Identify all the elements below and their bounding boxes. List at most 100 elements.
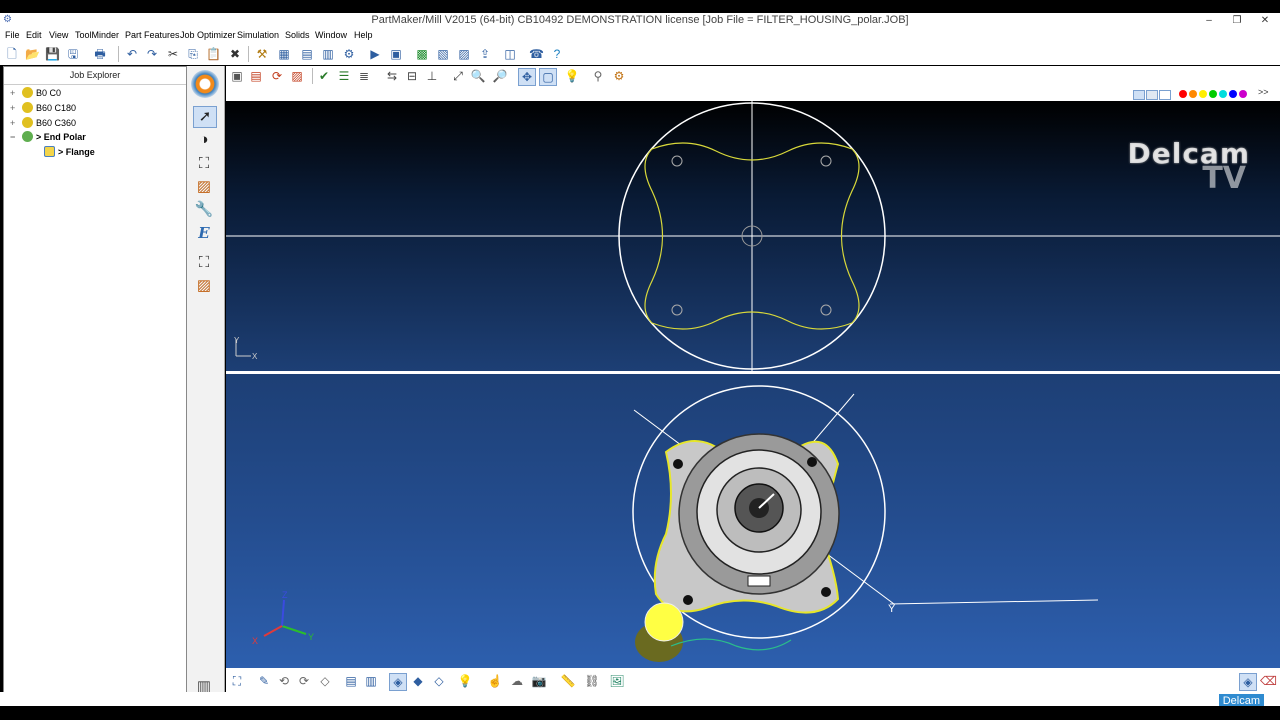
setup-sheet-icon[interactable]: ▨	[457, 47, 471, 61]
edit-icon[interactable]: E	[193, 223, 215, 243]
gear-icon[interactable]: ⚙	[342, 47, 356, 61]
select-3d-icon[interactable]: ⛶	[229, 673, 245, 689]
layout-three-icon[interactable]	[1159, 90, 1171, 100]
window-view-icon[interactable]: ▣	[229, 68, 245, 84]
color-swatch-red[interactable]	[1179, 90, 1187, 98]
export-icon[interactable]: ⇪	[478, 47, 492, 61]
process-list-icon[interactable]: ▥	[321, 47, 335, 61]
menu-view[interactable]: View	[49, 30, 68, 40]
process-table-icon[interactable]: ▤	[300, 47, 314, 61]
color-swatch-yellow[interactable]	[1199, 90, 1207, 98]
more-colors-icon[interactable]: >>	[1258, 87, 1269, 97]
front-view-icon[interactable]: ◆	[410, 673, 426, 689]
iso-view-icon[interactable]: ◈	[389, 673, 407, 691]
settings-icon[interactable]: ⚙	[611, 68, 627, 84]
image-icon[interactable]: 🖼	[609, 673, 625, 689]
tree-expander[interactable]: +	[10, 86, 18, 100]
eraser-icon[interactable]: ⌫	[1260, 673, 1277, 689]
layers-icon[interactable]: ☰	[336, 68, 352, 84]
part-mode-icon[interactable]	[191, 70, 219, 98]
menu-file[interactable]: File	[5, 30, 20, 40]
color-swatch-magenta[interactable]	[1239, 90, 1247, 98]
contour-icon[interactable]: ⛶	[193, 154, 215, 174]
light-bulb-icon[interactable]: 💡	[564, 68, 580, 84]
rotate-icon[interactable]: ⟲	[276, 673, 292, 689]
zoom-window-icon[interactable]: ▢	[539, 68, 557, 86]
ruler-icon[interactable]: 📏	[560, 673, 576, 689]
layout-one-icon[interactable]	[1133, 90, 1145, 100]
shaded-icon[interactable]: ▤	[343, 673, 359, 689]
wrench-icon[interactable]: 🔧	[193, 200, 215, 220]
tool-path2-icon[interactable]: ▨	[193, 276, 215, 296]
camera-icon[interactable]: 📷	[531, 673, 547, 689]
edit-3d-icon[interactable]: ✎	[256, 673, 272, 689]
erase-view-icon[interactable]: ▤	[248, 68, 264, 84]
top-view-icon[interactable]: ◇	[431, 673, 447, 689]
split-view-icon[interactable]: ◫	[503, 47, 517, 61]
menu-job-optimizer[interactable]: Job Optimizer	[180, 30, 236, 40]
copy-icon[interactable]: ⎘	[186, 47, 200, 61]
clamp-icon[interactable]: ⛓	[584, 673, 600, 689]
delete-icon[interactable]: ✖	[228, 47, 242, 61]
job-optimizer-icon[interactable]: ▩	[415, 47, 429, 61]
color-swatch-cyan[interactable]	[1219, 90, 1227, 98]
open-file-icon[interactable]: 📂	[25, 47, 40, 61]
tree-item-b0-c0[interactable]: + B0 C0	[10, 86, 61, 100]
measure-icon[interactable]: ⊥	[424, 68, 440, 84]
menu-help[interactable]: Help	[354, 30, 373, 40]
save-as-icon[interactable]: 🖫	[66, 47, 80, 61]
stack-icon[interactable]: ≣	[356, 68, 372, 84]
redraw-icon[interactable]: ⟳	[269, 68, 285, 84]
nc-code-icon[interactable]: ▣	[389, 47, 403, 61]
print-icon[interactable]: 🖶	[93, 47, 107, 61]
tree-item-b60-c360[interactable]: + B60 C360	[10, 116, 76, 130]
zoom-out-icon[interactable]: 🔍	[470, 68, 486, 84]
probe-icon[interactable]: ⚲	[590, 68, 606, 84]
close-button[interactable]: ✕	[1258, 13, 1272, 28]
phone-icon[interactable]: ☎	[529, 47, 544, 61]
report-icon[interactable]: ▧	[436, 47, 450, 61]
orbit-icon[interactable]: ⟳	[296, 673, 312, 689]
cut-icon[interactable]: ✂	[166, 47, 180, 61]
tool-database-icon[interactable]: ⚒	[255, 47, 269, 61]
3d-view[interactable]: Y Y Z X	[226, 374, 1280, 668]
tree-expander[interactable]: +	[10, 101, 18, 115]
hand-icon[interactable]: ☝	[487, 673, 503, 689]
menu-simulation[interactable]: Simulation	[237, 30, 279, 40]
menu-toolminder[interactable]: ToolMinder	[75, 30, 119, 40]
tree-item-flange[interactable]: > Flange	[40, 145, 95, 159]
color-swatch-orange[interactable]	[1189, 90, 1197, 98]
save-icon[interactable]: 💾	[45, 47, 60, 61]
menu-solids[interactable]: Solids	[285, 30, 310, 40]
undo-icon[interactable]: ↶	[125, 47, 139, 61]
move-icon[interactable]: ⇆	[384, 68, 400, 84]
check-icon[interactable]: ✔	[316, 68, 332, 84]
redo-icon[interactable]: ↷	[145, 47, 159, 61]
pan-icon[interactable]: ✥	[518, 68, 536, 86]
stock-icon[interactable]: ◑	[193, 130, 215, 150]
part-icon[interactable]: ▦	[277, 47, 291, 61]
minimize-button[interactable]: –	[1202, 13, 1216, 28]
menu-part-features[interactable]: Part Features	[125, 30, 180, 40]
layout-two-icon[interactable]	[1146, 90, 1158, 100]
section-icon[interactable]: ▥	[363, 673, 379, 689]
tree-item-end-polar[interactable]: − > End Polar	[10, 130, 86, 144]
color-swatch-green[interactable]	[1209, 90, 1217, 98]
dimension-icon[interactable]: ⊟	[404, 68, 420, 84]
wireframe-icon[interactable]: ◇	[317, 673, 333, 689]
restore-button[interactable]: ❐	[1230, 13, 1244, 28]
help-icon[interactable]: ?	[550, 47, 564, 61]
simulation-icon[interactable]: ▶	[368, 47, 382, 61]
stock-view-icon[interactable]: ◈	[1239, 673, 1257, 691]
tree-item-b60-c180[interactable]: + B60 C180	[10, 101, 76, 115]
contour2-icon[interactable]: ⛶	[193, 253, 215, 273]
paste-icon[interactable]: 📋	[206, 47, 221, 61]
clear-icon[interactable]: ▨	[289, 68, 305, 84]
menu-edit[interactable]: Edit	[26, 30, 42, 40]
tool-path-icon[interactable]: ▨	[193, 177, 215, 197]
zoom-in-icon[interactable]: 🔎	[492, 68, 508, 84]
light-icon[interactable]: 💡	[457, 673, 473, 689]
tree-expander[interactable]: +	[10, 116, 18, 130]
menu-window[interactable]: Window	[315, 30, 347, 40]
select-arrow-icon[interactable]: ➚	[193, 106, 217, 128]
